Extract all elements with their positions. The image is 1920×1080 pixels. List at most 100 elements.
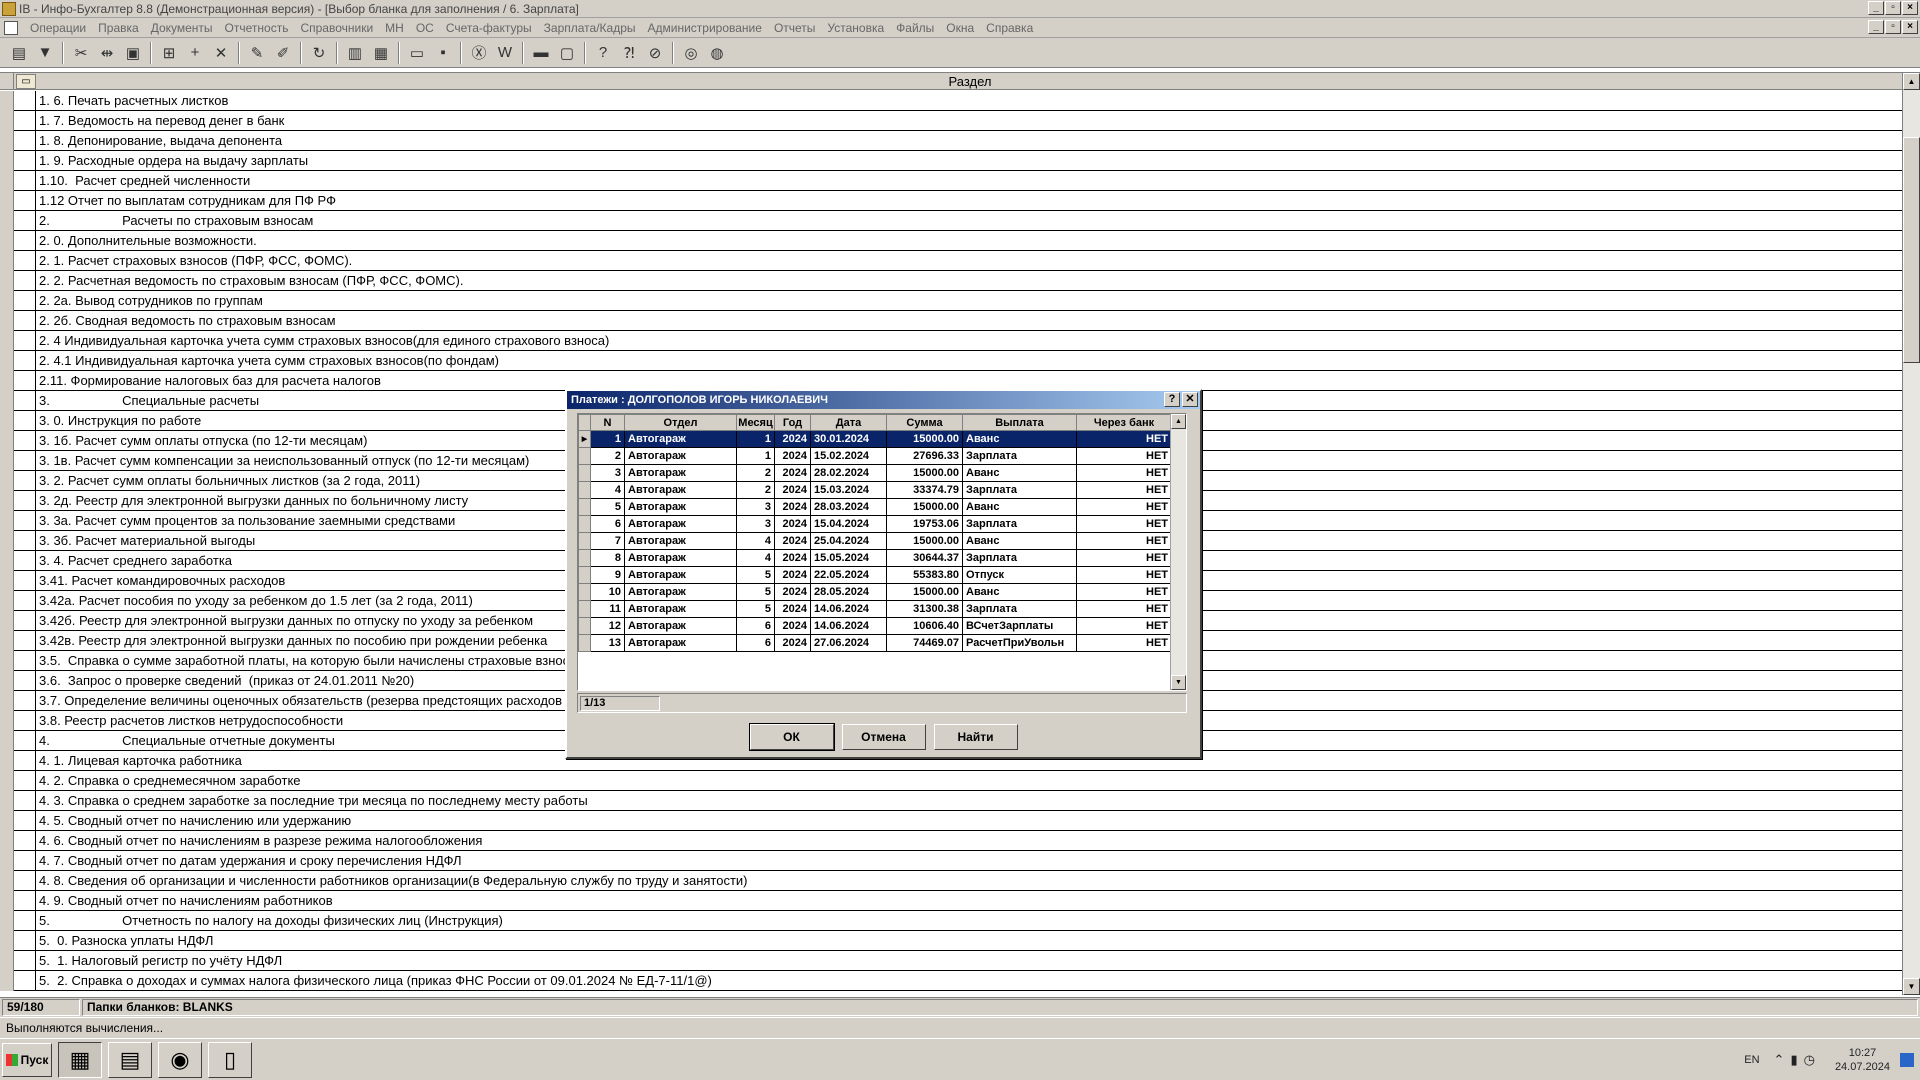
language-indicator[interactable]: EN	[1744, 1054, 1759, 1066]
column-header[interactable]: Выплата	[962, 414, 1077, 431]
row-selector[interactable]	[0, 570, 14, 591]
row-selector[interactable]	[0, 290, 14, 311]
row-selector[interactable]	[0, 790, 14, 811]
payment-row[interactable]: 10 Автогараж 5 2024 28.05.2024 15000.00 Аванс Н…	[578, 583, 1172, 601]
help-icon[interactable]: ?	[590, 41, 616, 65]
row-selector[interactable]	[0, 270, 14, 291]
scroll-down-arrow-icon[interactable]: ▼	[1903, 978, 1920, 995]
scroll-up-arrow-icon[interactable]: ▲	[1903, 73, 1920, 90]
cut-icon[interactable]: ✂	[68, 41, 94, 65]
filter-icon[interactable]: ▼	[32, 41, 58, 65]
table-row[interactable]: 2. 1. Расчет страховых взносов (ПФР, ФСС…	[0, 250, 1902, 271]
row-selector[interactable]	[0, 470, 14, 491]
table-row[interactable]: 2. 4.1 Индивидуальная карточка учета сум…	[0, 350, 1902, 371]
mark-icon[interactable]: ✎	[244, 41, 270, 65]
table-row[interactable]: 1. 6. Печать расчетных листков	[0, 91, 1902, 111]
chrome-icon[interactable]: ◉	[158, 1041, 202, 1078]
start-button[interactable]: Пуск	[2, 1042, 52, 1077]
close-button[interactable]: ×	[1902, 1, 1918, 15]
word-icon[interactable]: W	[492, 41, 518, 65]
row-indicator[interactable]	[578, 498, 591, 516]
payment-row[interactable]: 7 Автогараж 4 2024 25.04.2024 15000.00 Аванс НЕ…	[578, 532, 1172, 550]
row-selector[interactable]	[0, 890, 14, 911]
lifebuoy-icon[interactable]: ◎	[678, 41, 704, 65]
minimize-button[interactable]: _	[1868, 1, 1884, 15]
menu-item[interactable]: Операции	[24, 21, 92, 35]
row-selector[interactable]	[0, 490, 14, 511]
row-indicator[interactable]	[578, 634, 591, 652]
row-selector[interactable]	[0, 410, 14, 431]
row-indicator[interactable]	[578, 464, 591, 482]
table-row[interactable]: 1. 7. Ведомость на перевод денег в банк	[0, 110, 1902, 131]
tray-icons[interactable]: ⌃▮◷	[1774, 1052, 1821, 1068]
table-row[interactable]: 5. 0. Разноска уплаты НДФЛ	[0, 930, 1902, 951]
payment-row[interactable]: 12 Автогараж 6 2024 14.06.2024 10606.40 ВСчетЗ…	[578, 617, 1172, 635]
table-row[interactable]: 5. Отчетность по налогу на доходы физиче…	[0, 910, 1902, 931]
find-button[interactable]: Найти	[933, 724, 1018, 750]
print-icon[interactable]: ▬	[528, 41, 554, 65]
column-header[interactable]: N	[590, 414, 625, 431]
table-row[interactable]: 4. 8. Сведения об организации и численно…	[0, 870, 1902, 891]
menu-item[interactable]: МН	[379, 21, 410, 35]
dialog-scroll-down-icon[interactable]: ▼	[1171, 675, 1186, 690]
column-header-section[interactable]: Раздел	[38, 73, 1902, 90]
globe-icon[interactable]: ◍	[704, 41, 730, 65]
table-row[interactable]: 4. 6. Сводный отчет по начислениям в раз…	[0, 830, 1902, 851]
dialog-close-button[interactable]: ✕	[1182, 392, 1198, 407]
payment-row[interactable]: 8 Автогараж 4 2024 15.05.2024 30644.37 Зарплат…	[578, 549, 1172, 567]
scroll-thumb[interactable]	[1903, 137, 1920, 363]
row-selector[interactable]	[0, 670, 14, 691]
table-row[interactable]: 2. 2. Расчетная ведомость по страховым в…	[0, 270, 1902, 291]
row-selector[interactable]	[0, 170, 14, 191]
menu-item[interactable]: Справка	[980, 21, 1039, 35]
split-icon[interactable]: ⇹	[94, 41, 120, 65]
save-icon[interactable]: ▪	[430, 41, 456, 65]
row-selector[interactable]	[0, 450, 14, 471]
menu-item[interactable]: Установка	[821, 21, 890, 35]
menu-item[interactable]: Отчетность	[219, 21, 295, 35]
dialog-scroll-up-icon[interactable]: ▲	[1171, 414, 1186, 429]
table-row[interactable]: 5. 2. Справка о доходах и суммах налога …	[0, 970, 1902, 991]
table-row[interactable]: 2. 4 Индивидуальная карточка учета сумм …	[0, 330, 1902, 351]
column-header[interactable]: Месяц	[736, 414, 775, 431]
accounting-app-icon[interactable]: ▦	[58, 1041, 102, 1078]
column-header[interactable]: Через банк	[1076, 414, 1172, 431]
table-row[interactable]: 1.10. Расчет средней численности	[0, 170, 1902, 191]
add-icon[interactable]: +	[182, 41, 208, 65]
payment-row[interactable]: ▶ 1 Автогараж 1 2024 30.01.2024 15000.00 Аванс Н…	[578, 430, 1172, 448]
row-selector[interactable]	[0, 230, 14, 251]
table-row[interactable]: 2.11. Формирование налоговых баз для рас…	[0, 370, 1902, 391]
row-selector[interactable]	[0, 350, 14, 371]
row-indicator[interactable]	[578, 515, 591, 533]
table-row[interactable]: 5. 1. Налоговый регистр по учёту НДФЛ	[0, 950, 1902, 971]
preview-icon[interactable]: ▢	[554, 41, 580, 65]
row-indicator[interactable]	[578, 549, 591, 567]
payment-row[interactable]: 2 Автогараж 1 2024 15.02.2024 27696.33 Зарплат…	[578, 447, 1172, 465]
column-header[interactable]: Дата	[810, 414, 887, 431]
row-selector[interactable]	[0, 190, 14, 211]
table-icon[interactable]: ▦	[368, 41, 394, 65]
row-selector[interactable]	[0, 210, 14, 231]
table-row[interactable]: 2. 2а. Вывод сотрудников по группам	[0, 290, 1902, 311]
column-header[interactable]: Год	[774, 414, 811, 431]
app-icon[interactable]	[2, 1, 16, 16]
row-selector[interactable]	[0, 550, 14, 571]
payment-row[interactable]: 4 Автогараж 2 2024 15.03.2024 33374.79 Зарплат…	[578, 481, 1172, 499]
menu-item[interactable]: Зарплата/Кадры	[538, 21, 642, 35]
ok-button[interactable]: ОК	[749, 724, 834, 750]
delete-icon[interactable]: ✕	[208, 41, 234, 65]
notification-icon[interactable]	[1900, 1053, 1914, 1067]
column-header[interactable]: Отдел	[624, 414, 737, 431]
table-row[interactable]: 2. Расчеты по страховым взносам	[0, 210, 1902, 231]
calc-icon[interactable]: ⊞	[156, 41, 182, 65]
row-selector[interactable]	[0, 950, 14, 971]
current-row-arrow-icon[interactable]: ▶	[578, 430, 591, 448]
pdf-icon[interactable]: ▥	[342, 41, 368, 65]
open-icon[interactable]: ▭	[404, 41, 430, 65]
menu-item[interactable]: Администрирование	[642, 21, 768, 35]
clock[interactable]: 10:27 24.07.2024	[1835, 1046, 1890, 1074]
row-selector[interactable]	[0, 770, 14, 791]
row-selector[interactable]	[0, 650, 14, 671]
child-minimize-button[interactable]: _	[1868, 20, 1884, 34]
row-selector[interactable]	[0, 730, 14, 751]
